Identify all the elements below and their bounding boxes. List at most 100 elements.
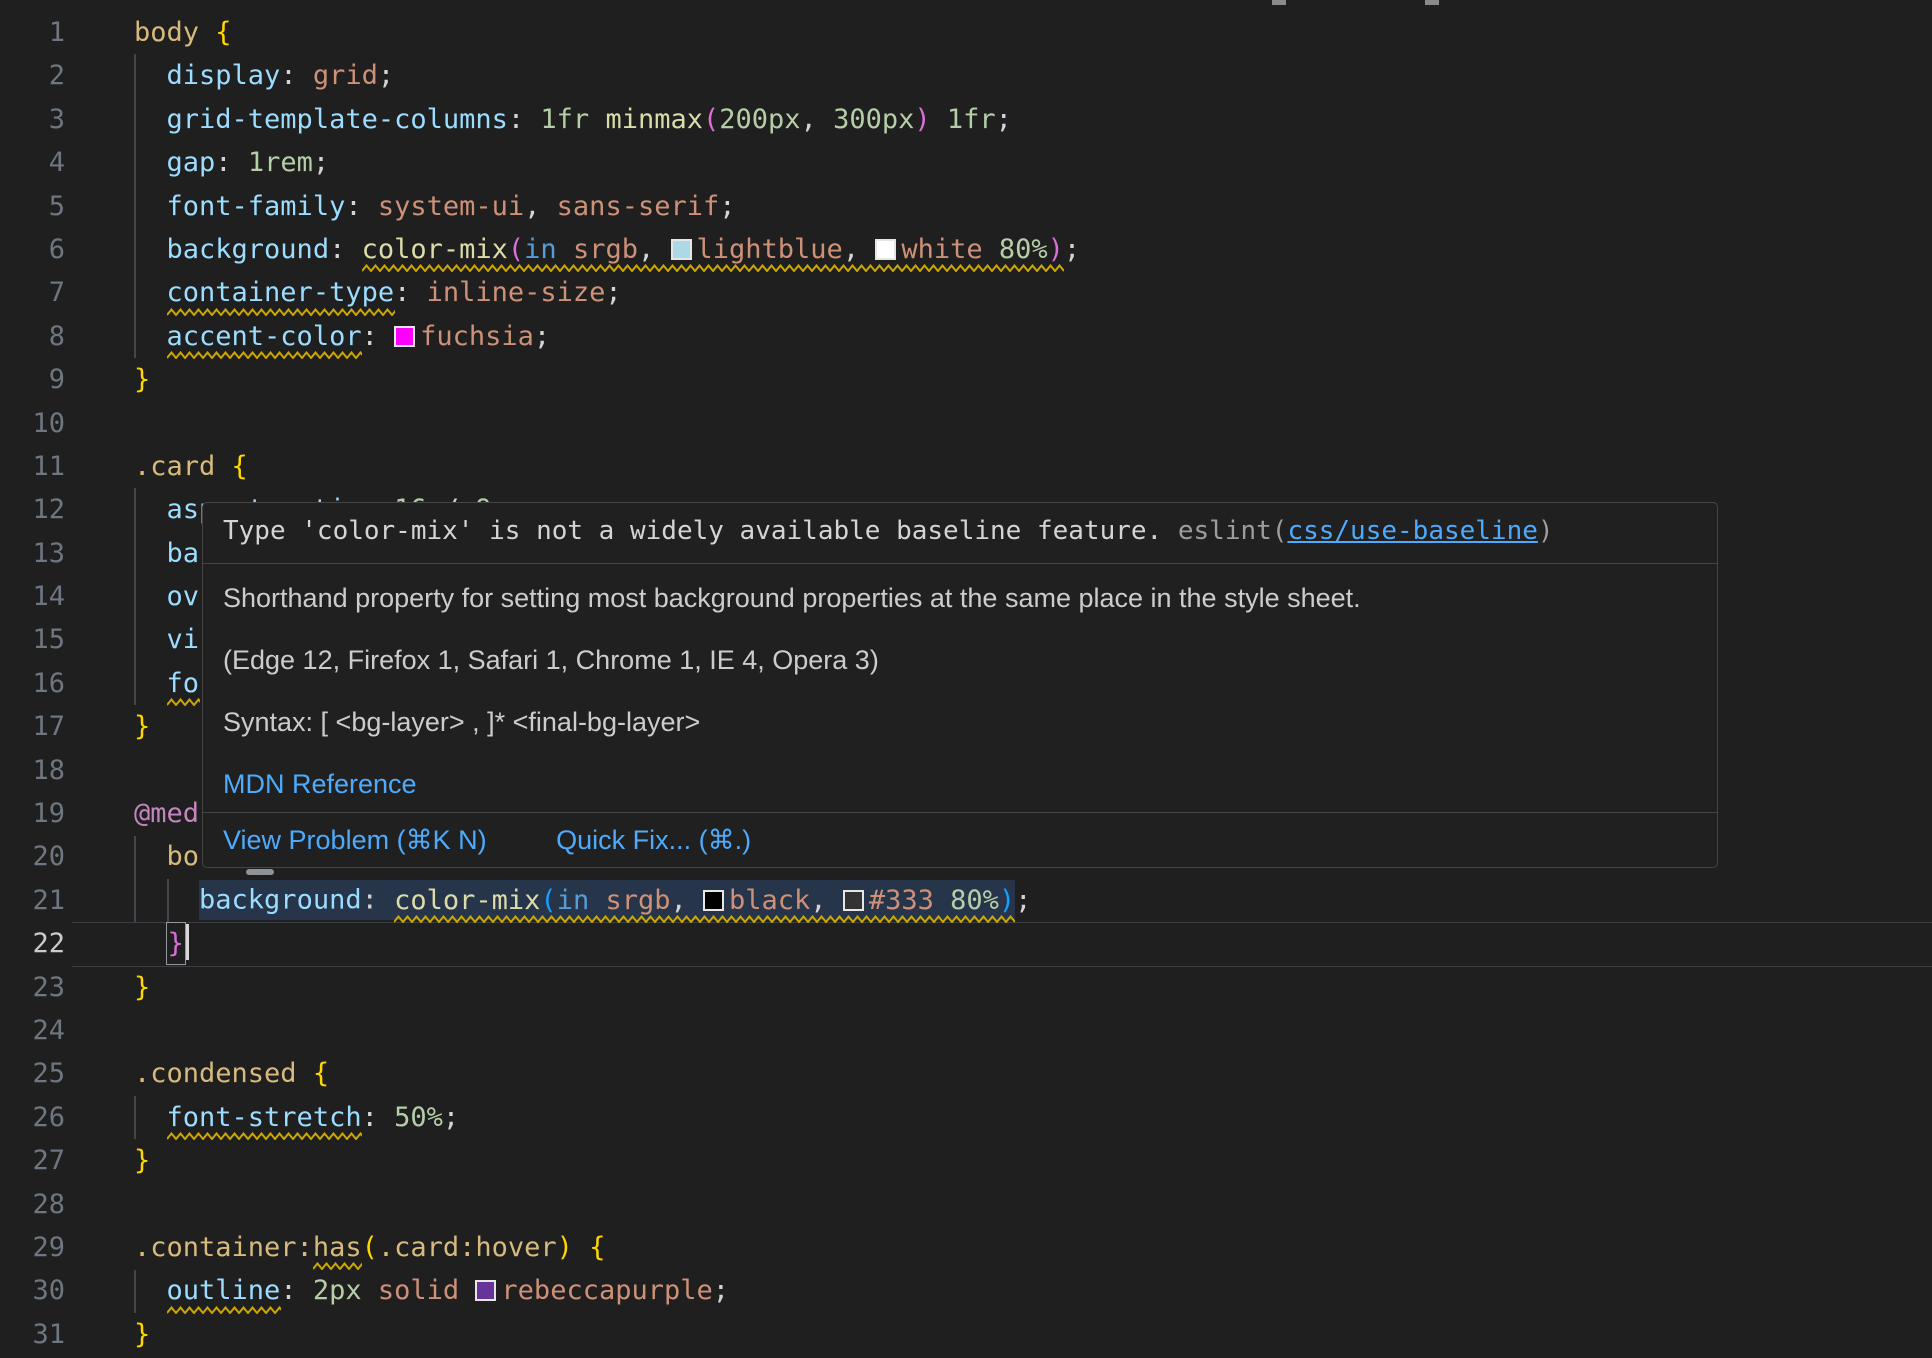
line-number[interactable]: 22: [0, 922, 65, 965]
line-number[interactable]: 13: [0, 532, 65, 575]
hover-resize-handle[interactable]: [246, 869, 274, 875]
line-number[interactable]: 23: [0, 966, 65, 1009]
code-token: has: [313, 1232, 362, 1263]
code-editor[interactable]: 1body {2 display: grid;3 grid-template-c…: [0, 0, 1932, 1358]
line-number[interactable]: 7: [0, 271, 65, 314]
code-line[interactable]: 28: [0, 1183, 1932, 1226]
code-token: [589, 104, 605, 135]
quick-fix-action[interactable]: Quick Fix... (⌘.): [556, 825, 751, 855]
code-line[interactable]: 30 outline: 2px solid rebeccapurple;: [0, 1269, 1932, 1312]
code-token: [983, 234, 999, 265]
view-problem-action[interactable]: View Problem (⌘K N): [223, 825, 487, 855]
code-line[interactable]: 7 container-type: inline-size;: [0, 271, 1932, 314]
code-line[interactable]: 10: [0, 402, 1932, 445]
color-swatch[interactable]: [394, 326, 415, 347]
warning-squiggle-range: color-mix(in srgb, black, #333 80%): [394, 879, 1015, 922]
code-line[interactable]: 24: [0, 1009, 1932, 1052]
code-token: [134, 277, 167, 308]
code-line[interactable]: 21 background: color-mix(in srgb, black,…: [0, 879, 1932, 922]
line-number[interactable]: 31: [0, 1313, 65, 1356]
code-token: :: [280, 1275, 313, 1306]
line-number[interactable]: 2: [0, 54, 65, 97]
code-token: ,: [671, 885, 704, 916]
line-number[interactable]: 28: [0, 1183, 65, 1226]
code-content: }: [134, 966, 150, 1009]
code-token: ): [914, 104, 930, 135]
text-cursor: [186, 924, 190, 960]
line-number[interactable]: 20: [0, 835, 65, 878]
line-number[interactable]: 24: [0, 1009, 65, 1052]
color-swatch[interactable]: [703, 890, 724, 911]
warning-squiggle-range: accent-color: [167, 315, 362, 358]
line-number[interactable]: 25: [0, 1052, 65, 1095]
color-swatch[interactable]: [671, 239, 692, 260]
code-line[interactable]: 29.container:has(.card:hover) {: [0, 1226, 1932, 1269]
code-line[interactable]: 23}: [0, 966, 1932, 1009]
code-token: ,: [638, 234, 671, 265]
line-number[interactable]: 30: [0, 1269, 65, 1312]
code-token: ;: [443, 1102, 459, 1133]
line-number[interactable]: 21: [0, 879, 65, 922]
code-token: :: [362, 321, 395, 352]
line-number[interactable]: 10: [0, 402, 65, 445]
color-swatch[interactable]: [843, 890, 864, 911]
code-token: ;: [996, 104, 1012, 135]
eslint-rule-link[interactable]: css/use-baseline: [1287, 516, 1537, 546]
code-token: [134, 104, 167, 135]
code-token: #333: [869, 885, 934, 916]
code-line[interactable]: 1body {: [0, 11, 1932, 54]
code-line[interactable]: 8 accent-color: fuchsia;: [0, 315, 1932, 358]
line-number[interactable]: 4: [0, 141, 65, 184]
code-token: ;: [1064, 234, 1080, 265]
code-token: sans-serif: [557, 191, 720, 222]
line-number[interactable]: 3: [0, 98, 65, 141]
line-number[interactable]: 12: [0, 488, 65, 531]
line-number[interactable]: 27: [0, 1139, 65, 1182]
code-line[interactable]: 5 font-family: system-ui, sans-serif;: [0, 185, 1932, 228]
code-content: outline: 2px solid rebeccapurple;: [134, 1269, 729, 1312]
code-token: 80%: [950, 885, 999, 916]
code-token: ov: [167, 581, 200, 612]
code-token: srgb: [573, 234, 638, 265]
color-swatch[interactable]: [875, 239, 896, 260]
code-line[interactable]: 26 font-stretch: 50%;: [0, 1096, 1932, 1139]
code-line[interactable]: 27}: [0, 1139, 1932, 1182]
line-number[interactable]: 14: [0, 575, 65, 618]
code-line[interactable]: 11.card {: [0, 445, 1932, 488]
code-token: bo: [167, 841, 200, 872]
line-number[interactable]: 5: [0, 185, 65, 228]
code-token: [134, 191, 167, 222]
code-token: container-type: [167, 277, 395, 308]
code-token: fo: [167, 668, 200, 699]
line-number[interactable]: 29: [0, 1226, 65, 1269]
code-token: ,: [801, 104, 834, 135]
code-token: 1rem: [248, 147, 313, 178]
line-number[interactable]: 11: [0, 445, 65, 488]
code-line[interactable]: 4 gap: 1rem;: [0, 141, 1932, 184]
line-number[interactable]: 9: [0, 358, 65, 401]
code-token: ;: [378, 60, 394, 91]
line-number[interactable]: 18: [0, 749, 65, 792]
code-token: accent-color: [167, 321, 362, 352]
code-line[interactable]: 25.condensed {: [0, 1052, 1932, 1095]
line-number[interactable]: 1: [0, 11, 65, 54]
code-line[interactable]: 2 display: grid;: [0, 54, 1932, 97]
line-number[interactable]: 17: [0, 705, 65, 748]
code-line[interactable]: 3 grid-template-columns: 1fr minmax(200p…: [0, 98, 1932, 141]
color-swatch[interactable]: [475, 1280, 496, 1301]
docs-browser-support: (Edge 12, Firefox 1, Safari 1, Chrome 1,…: [223, 643, 1697, 677]
line-number[interactable]: 8: [0, 315, 65, 358]
line-number[interactable]: 6: [0, 228, 65, 271]
mdn-reference-link[interactable]: MDN Reference: [223, 769, 417, 799]
line-number[interactable]: 19: [0, 792, 65, 835]
line-number[interactable]: 15: [0, 618, 65, 661]
code-line[interactable]: 22 }: [0, 922, 1932, 965]
line-number[interactable]: 16: [0, 662, 65, 705]
line-number[interactable]: 26: [0, 1096, 65, 1139]
code-content: }: [134, 1139, 150, 1182]
code-line[interactable]: 6 background: color-mix(in srgb, lightbl…: [0, 228, 1932, 271]
code-token: :: [345, 191, 378, 222]
code-line[interactable]: 9}: [0, 358, 1932, 401]
code-line[interactable]: 31}: [0, 1313, 1932, 1356]
code-token: [134, 494, 167, 525]
